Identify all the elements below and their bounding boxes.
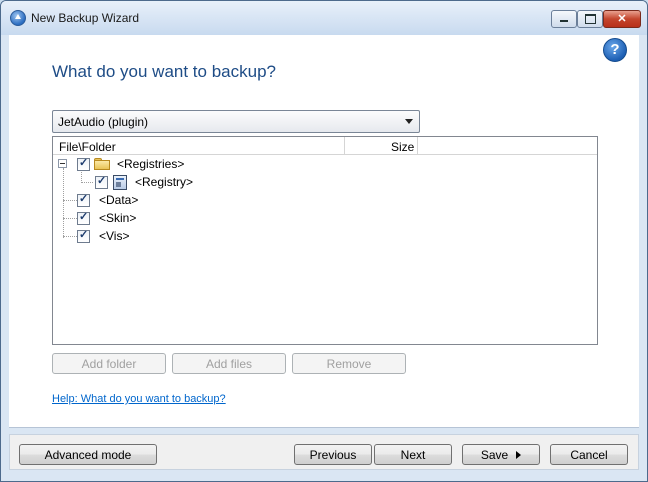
close-button[interactable]: ✕ [603, 10, 641, 28]
tree-item-label: <Data> [99, 193, 139, 207]
source-dropdown[interactable]: JetAudio (plugin) [52, 110, 420, 133]
checkbox-vis[interactable] [77, 228, 90, 243]
tree-item-label: <Skin> [99, 211, 137, 225]
add-folder-button[interactable]: Add folder [52, 353, 166, 374]
add-files-button[interactable]: Add files [172, 353, 286, 374]
page-title: What do you want to backup? [52, 62, 276, 81]
file-folder-list[interactable]: File\Folder Size <Registries> <Re [52, 136, 598, 345]
tree-row-data[interactable]: <Data> [53, 191, 353, 209]
column-header-file-folder[interactable]: File\Folder [59, 140, 116, 154]
tree-row-registries[interactable]: <Registries> [53, 155, 353, 173]
maximize-button[interactable] [577, 10, 603, 28]
minimize-button[interactable] [551, 10, 577, 28]
source-dropdown-value: JetAudio (plugin) [58, 115, 149, 129]
tree-row-skin[interactable]: <Skin> [53, 209, 353, 227]
minimize-icon [560, 20, 568, 22]
wizard-page: ? What do you want to backup? JetAudio (… [9, 35, 639, 427]
help-link[interactable]: Help: What do you want to backup? [52, 393, 226, 405]
play-arrow-icon [516, 450, 522, 459]
previous-button[interactable]: Previous [294, 444, 372, 465]
maximize-icon [585, 14, 596, 24]
checkbox-registry[interactable] [95, 174, 108, 189]
footer-bar: Advanced mode Previous Next Save Cancel [9, 427, 639, 474]
close-icon: ✕ [617, 13, 627, 25]
checkbox-data[interactable] [77, 192, 90, 207]
checkbox-skin[interactable] [77, 210, 90, 225]
tree-item-label: <Vis> [99, 229, 130, 243]
remove-button[interactable]: Remove [292, 353, 406, 374]
wizard-window: New Backup Wizard ✕ ? What do you want t… [0, 0, 648, 482]
collapse-icon[interactable] [58, 159, 67, 168]
app-icon [10, 10, 26, 26]
tree-row-registry[interactable]: <Registry> [53, 173, 353, 191]
tree-item-label: <Registries> [117, 157, 185, 171]
chevron-down-icon[interactable] [405, 119, 413, 124]
help-icon[interactable]: ? [603, 38, 627, 62]
save-button[interactable]: Save [462, 444, 540, 465]
save-button-label: Save [480, 448, 509, 462]
tree-item-label: <Registry> [135, 175, 194, 189]
column-divider[interactable] [344, 137, 345, 154]
tree-row-vis[interactable]: <Vis> [53, 227, 353, 245]
title-bar[interactable]: New Backup Wizard ✕ [1, 1, 647, 35]
checkbox-registries[interactable] [77, 156, 90, 171]
next-button[interactable]: Next [374, 444, 452, 465]
registry-icon [113, 175, 127, 190]
folder-icon [94, 158, 110, 170]
list-header: File\Folder Size [53, 137, 597, 155]
cancel-button[interactable]: Cancel [550, 444, 628, 465]
window-title: New Backup Wizard [31, 11, 140, 25]
advanced-mode-button[interactable]: Advanced mode [19, 444, 157, 465]
column-divider[interactable] [417, 137, 418, 154]
column-header-size[interactable]: Size [391, 140, 414, 154]
